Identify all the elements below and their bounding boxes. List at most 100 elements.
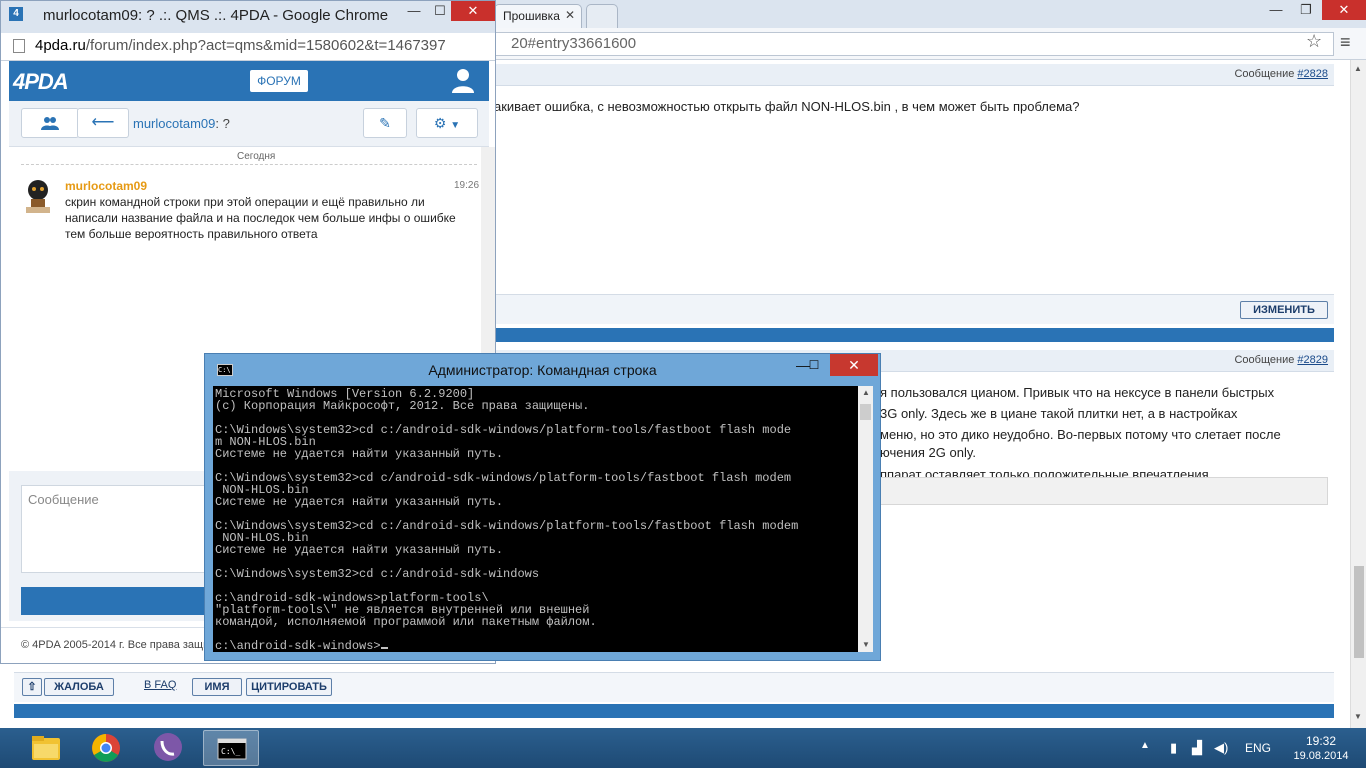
- tab-firmware[interactable]: Прошивка ✕: [494, 4, 582, 28]
- system-tray: ▲ ▮ ▟ ◀) ENG 19:32 19.08.2014: [1140, 728, 1366, 768]
- cursor: [380, 647, 388, 649]
- network-icon[interactable]: ▮: [1170, 740, 1177, 756]
- caret-down-icon: ▼: [450, 120, 461, 131]
- contacts-button[interactable]: [21, 108, 79, 138]
- clock-date[interactable]: 19.08.2014: [1288, 750, 1354, 762]
- console-scrollbar[interactable]: ▲ ▼: [858, 386, 873, 652]
- menu-icon[interactable]: ≡: [1340, 32, 1351, 53]
- day-label: Сегодня: [231, 151, 282, 162]
- scroll-thumb[interactable]: [1354, 566, 1364, 658]
- close-icon[interactable]: ✕: [1322, 0, 1366, 20]
- console-text: Microsoft Windows [Version 6.2.9200] (c) …: [215, 388, 798, 652]
- scroll-up-icon[interactable]: ▲: [862, 388, 870, 397]
- chrome-icon: [92, 734, 120, 762]
- edit-button[interactable]: ИЗМЕНИТЬ: [1240, 301, 1328, 319]
- clock-time[interactable]: 19:32: [1300, 734, 1342, 748]
- app-icon: 4: [9, 7, 23, 21]
- chat-message: murlocotam09 19:26 скрин командной строк…: [21, 177, 481, 247]
- scroll-down-icon[interactable]: ▼: [862, 640, 870, 649]
- chat-toolbar: ⟵ murlocotam09: ? ✎ ⚙ ▼: [9, 101, 489, 147]
- chat-title: murlocotam09: ?: [133, 116, 230, 131]
- console-line: командой, исполняемой программой или пак…: [215, 615, 597, 629]
- file-explorer-button[interactable]: [18, 730, 74, 766]
- settings-dropdown[interactable]: ⚙ ▼: [416, 108, 478, 138]
- scroll-top-icon[interactable]: ⇧: [22, 678, 42, 696]
- post-action-bar: ⇧ ЖАЛОБА В FAQ ИМЯ ЦИТИРОВАТЬ: [14, 672, 1334, 702]
- close-icon[interactable]: ✕: [451, 1, 495, 21]
- gear-icon: ⚙: [433, 115, 447, 131]
- cmd-titlebar[interactable]: C:\ Администратор: Командная строка — ☐ …: [205, 354, 880, 386]
- message-text: скрин командной строки при этой операции…: [65, 195, 456, 241]
- qms-titlebar: 4 murlocotam09: ? .:. QMS .:. 4PDA - Goo…: [1, 1, 495, 33]
- arrow-left-icon: ⟵: [91, 114, 115, 131]
- pencil-icon: ✎: [379, 115, 391, 131]
- post-header: Сообщение #2828: [494, 64, 1334, 86]
- viber-button[interactable]: [140, 730, 196, 766]
- back-button[interactable]: ⟵: [77, 108, 129, 138]
- faq-link[interactable]: В FAQ: [144, 679, 176, 691]
- console-line: Системе не удается найти указанный путь.: [215, 495, 504, 509]
- bookmark-star-icon[interactable]: ☆: [1306, 31, 1322, 52]
- terminal-icon: C:\_: [217, 738, 247, 760]
- site-header: 4PDA ФОРУМ: [9, 61, 489, 101]
- post-actions: ИЗМЕНИТЬ: [494, 294, 1334, 324]
- close-icon[interactable]: ✕: [830, 354, 878, 376]
- volume-icon[interactable]: ◀): [1214, 740, 1228, 756]
- post-number-link[interactable]: #2829: [1297, 354, 1328, 366]
- tab-close-icon[interactable]: ✕: [565, 8, 575, 22]
- message-input[interactable]: Сообщение: [21, 485, 221, 573]
- maximize-icon[interactable]: ☐: [427, 1, 453, 21]
- signal-icon[interactable]: ▟: [1192, 740, 1202, 756]
- post-number-link[interactable]: #2828: [1297, 68, 1328, 80]
- maximize-icon[interactable]: ☐: [801, 354, 827, 376]
- avatar[interactable]: [23, 179, 53, 213]
- cmd-taskbar-button[interactable]: C:\_: [203, 730, 259, 766]
- post-text-line: я пользовался цианом. Привык что на некс…: [880, 385, 1275, 400]
- users-icon: [41, 116, 59, 130]
- post-text-line: ючения 2G only.: [880, 445, 977, 460]
- cmd-title: Администратор: Командная строка: [428, 362, 657, 378]
- copyright: © 4PDA 2005-2014 г. Все права защищены: [21, 639, 207, 651]
- console-line: Системе не удается найти указанный путь.: [215, 447, 504, 461]
- footer-strip: [14, 704, 1334, 718]
- minimize-icon[interactable]: —: [1262, 0, 1290, 20]
- signature-box: [880, 477, 1328, 505]
- address-bar[interactable]: 20#entry33661600: [494, 32, 1334, 56]
- language-indicator[interactable]: ENG: [1245, 741, 1271, 755]
- scroll-down-icon[interactable]: ▼: [1354, 712, 1362, 721]
- console-output[interactable]: Microsoft Windows [Version 6.2.9200] (c) …: [213, 386, 858, 652]
- minimize-icon[interactable]: —: [401, 1, 427, 21]
- site-logo[interactable]: 4PDA: [13, 69, 69, 95]
- edit-button[interactable]: ✎: [363, 108, 407, 138]
- message-time: 19:26: [454, 180, 480, 191]
- new-tab-button[interactable]: [586, 4, 618, 28]
- cmd-window: C:\ Администратор: Командная строка — ☐ …: [204, 353, 881, 661]
- viber-icon: [154, 733, 182, 761]
- console-line: c:\android-sdk-windows>: [215, 640, 798, 652]
- console-line: C:\Windows\system32>cd c:/android-sdk-wi…: [215, 567, 540, 581]
- restore-icon[interactable]: ❐: [1292, 0, 1320, 20]
- console-line: (c) Корпорация Майкрософт, 2012. Все пра…: [215, 399, 590, 413]
- user-icon[interactable]: [451, 67, 475, 93]
- quote-button[interactable]: ЦИТИРОВАТЬ: [246, 678, 332, 696]
- scroll-up-icon[interactable]: ▲: [1354, 64, 1362, 73]
- chrome-button[interactable]: [78, 730, 134, 766]
- send-button[interactable]: [21, 587, 221, 615]
- taskbar: C:\_ ▲ ▮ ▟ ◀) ENG 19:32 19.08.2014: [0, 728, 1366, 768]
- qms-address-bar[interactable]: 4pda.ru/forum/index.php?act=qms&mid=1580…: [1, 33, 495, 61]
- folder-icon: [32, 736, 60, 760]
- post-text-line: 3G only. Здесь же в циане такой плитки н…: [880, 406, 1238, 421]
- url-text: 20#entry33661600: [511, 35, 637, 52]
- window-title: murlocotam09: ? .:. QMS .:. 4PDA - Googl…: [43, 7, 389, 24]
- tab-title: Прошивка: [503, 9, 560, 23]
- forum-button[interactable]: ФОРУМ: [250, 70, 308, 92]
- name-button[interactable]: ИМЯ: [192, 678, 242, 696]
- page-icon: [13, 39, 25, 53]
- post-text: акивает ошибка, с невозможностью открыть…: [494, 99, 1080, 114]
- scroll-thumb[interactable]: [860, 404, 871, 420]
- page-scrollbar[interactable]: ▲ ▼: [1350, 60, 1366, 728]
- message-author[interactable]: murlocotam09: [65, 179, 147, 193]
- show-hidden-icon[interactable]: ▲: [1140, 740, 1150, 751]
- url-text: 4pda.ru/forum/index.php?act=qms&mid=1580…: [35, 37, 446, 54]
- complain-button[interactable]: ЖАЛОБА: [44, 678, 114, 696]
